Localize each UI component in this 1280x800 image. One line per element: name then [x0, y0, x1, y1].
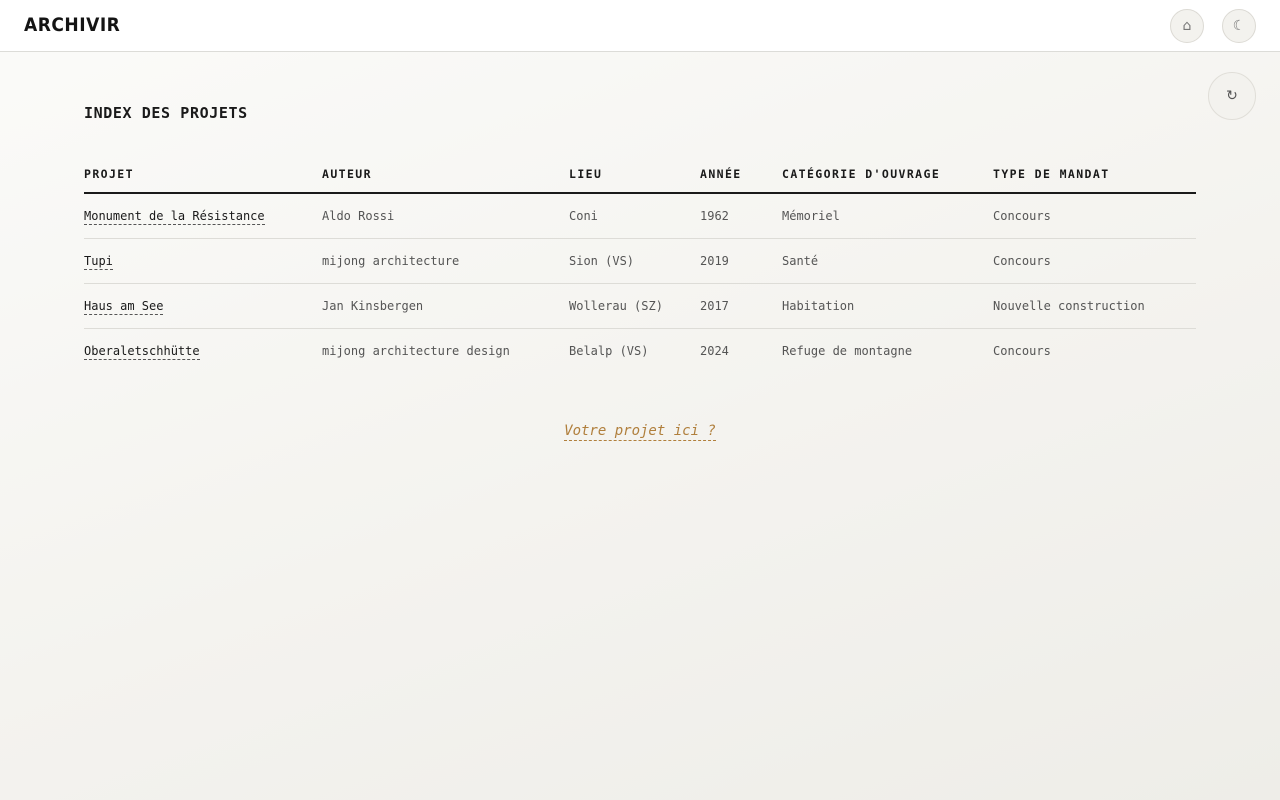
mandate-cell: Nouvelle construction	[993, 283, 1196, 329]
category-cell: Santé	[782, 238, 993, 284]
year-cell: 1962	[700, 193, 782, 239]
project-link[interactable]: Tupi	[84, 253, 113, 270]
project-link[interactable]: Haus am See	[84, 298, 164, 315]
home-button[interactable]: ⌂	[1170, 9, 1204, 43]
column-header-annee[interactable]: ANNÉE	[700, 156, 782, 194]
year-cell: 2019	[700, 238, 782, 284]
column-header-lieu[interactable]: LIEU	[569, 156, 700, 194]
location-cell: Sion (VS)	[569, 238, 700, 284]
location-cell: Belalp (VS)	[569, 343, 649, 358]
author-cell: Aldo Rossi	[322, 193, 569, 239]
theme-toggle-button[interactable]: ☾	[1222, 9, 1256, 43]
category-cell: Habitation	[782, 283, 993, 329]
year-cell: 2017	[700, 283, 782, 329]
top-bar: ARCHIVIR ⌂ ☾	[0, 0, 1280, 52]
table-row: Monument de la Résistance Aldo Rossi Con…	[84, 193, 1196, 239]
home-icon: ⌂	[1182, 18, 1192, 34]
author-cell: Jan Kinsbergen	[322, 283, 569, 329]
submit-project-cta: Votre projet ici ?	[0, 420, 1280, 441]
table-row: Haus am See Jan Kinsbergen Wollerau (SZ)…	[84, 283, 1196, 329]
table-row: Tupi mijong architecture Sion (VS) 2019 …	[84, 238, 1196, 284]
category-cell: Refuge de montagne	[782, 343, 913, 358]
mandate-cell: Concours	[993, 193, 1196, 239]
project-link[interactable]: Monument de la Résistance	[84, 208, 265, 225]
page-title: INDEX DES PROJETS	[84, 104, 248, 122]
column-header-auteur[interactable]: AUTEUR	[322, 156, 569, 194]
location-cell: Wollerau (SZ)	[569, 283, 700, 329]
author-cell: mijong architecture	[322, 238, 569, 284]
moon-icon: ☾	[1232, 18, 1246, 34]
location-cell: Coni	[569, 193, 700, 239]
refresh-icon: ↻	[1226, 88, 1238, 104]
mandate-cell: Concours	[993, 238, 1196, 284]
column-header-mandat[interactable]: TYPE DE MANDAT	[993, 156, 1196, 194]
year-cell: 2024	[700, 343, 729, 358]
table-header-row: PROJET AUTEUR LIEU ANNÉE CATÉGORIE D'OUV…	[84, 156, 1196, 194]
column-header-projet[interactable]: PROJET	[84, 156, 322, 194]
category-cell: Mémoriel	[782, 193, 993, 239]
column-header-categorie[interactable]: CATÉGORIE D'OUVRAGE	[782, 156, 993, 194]
logo[interactable]: ARCHIVIR	[24, 14, 120, 36]
projects-table: PROJET AUTEUR LIEU ANNÉE CATÉGORIE D'OUV…	[84, 156, 1196, 373]
refresh-button[interactable]: ↻	[1208, 72, 1256, 120]
submit-project-link[interactable]: Votre projet ici ?	[564, 423, 716, 441]
author-cell: mijong architecture design	[322, 343, 510, 358]
project-link[interactable]: Oberaletschhütte	[84, 343, 200, 360]
mandate-cell: Concours	[993, 343, 1051, 358]
table-row: Oberaletschhütte mijong architecture des…	[84, 328, 1196, 373]
